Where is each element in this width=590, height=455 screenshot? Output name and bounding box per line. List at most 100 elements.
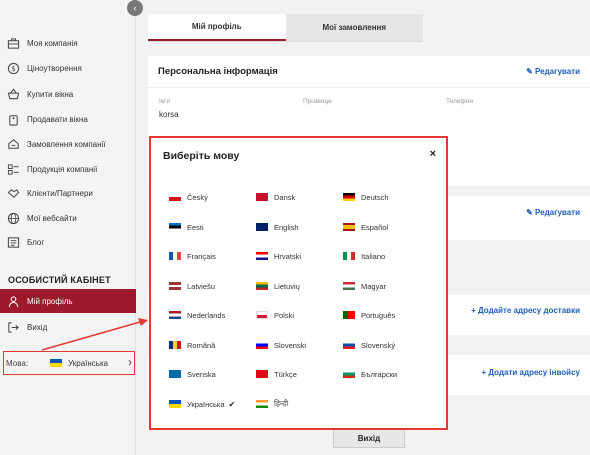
- dollar-icon: $: [6, 61, 20, 75]
- sidebar-item-label: Мої вебсайти: [27, 213, 77, 223]
- fr-flag-icon: [169, 252, 181, 260]
- bg-flag-icon: [343, 370, 355, 378]
- list-icon: [6, 162, 20, 176]
- language-option-dk[interactable]: Dansk: [256, 191, 295, 203]
- language-option-lv[interactable]: Latviešu: [169, 280, 215, 292]
- language-name: Latviešu: [187, 281, 215, 291]
- gb-flag-icon: [256, 223, 268, 231]
- first-name-value: korsa: [159, 110, 179, 119]
- language-name: Slovenski: [274, 340, 307, 350]
- language-name: Türkçe: [274, 369, 297, 379]
- sidebar-item-buy-windows[interactable]: Купити вікна: [0, 82, 136, 106]
- in-flag-icon: [256, 400, 268, 408]
- hu-flag-icon: [343, 282, 355, 290]
- sidebar-item-my-company[interactable]: Моя компанія: [0, 31, 136, 55]
- add-delivery-address-link[interactable]: + Додайте адресу доставки: [471, 306, 580, 315]
- language-option-fr[interactable]: Français: [169, 250, 216, 262]
- svg-text:$: $: [11, 64, 16, 73]
- language-name: Slovenský: [361, 340, 396, 350]
- language-option-se[interactable]: Svenska: [169, 368, 216, 380]
- hr-flag-icon: [256, 252, 268, 260]
- language-option-hu[interactable]: Magyar: [343, 280, 386, 292]
- sidebar-item-my-profile[interactable]: Мій профіль: [0, 289, 136, 313]
- cabinet-title: ОСОБИСТИЙ КАБІНЕТ: [8, 275, 111, 285]
- ro-flag-icon: [169, 341, 181, 349]
- personal-info-title: Персональна інформація: [158, 66, 278, 77]
- language-name: Dansk: [274, 192, 296, 202]
- language-name: Română: [187, 340, 216, 350]
- sidebar-item-label: Блог: [27, 237, 45, 247]
- sidebar-item-company-products[interactable]: Продукція компанії: [0, 157, 136, 181]
- sidebar-item-label: Замовлення компанії: [27, 139, 106, 149]
- add-invoice-address-link[interactable]: + Додати адресу інвойсу: [481, 368, 580, 377]
- language-option-si[interactable]: Slovenski: [256, 339, 306, 351]
- language-option-de[interactable]: Deutsch: [343, 191, 389, 203]
- sidebar-item-websites[interactable]: Мої вебсайти: [0, 206, 136, 230]
- second-edit-link[interactable]: ✎ Редагувати: [526, 208, 580, 217]
- es-flag-icon: [343, 223, 355, 231]
- language-option-it[interactable]: Italiano: [343, 250, 385, 262]
- edit-link[interactable]: ✎ Редагувати: [526, 67, 580, 76]
- language-option-bg[interactable]: Български: [343, 368, 397, 380]
- logout-icon: [6, 320, 20, 334]
- language-name: Nederlands: [187, 310, 226, 320]
- language-name: Svenska: [187, 369, 216, 379]
- language-option-cz[interactable]: Český: [169, 191, 208, 203]
- sidebar-item-clients[interactable]: Клієнти/Партнери: [0, 181, 136, 205]
- language-option-es[interactable]: Español: [343, 221, 388, 233]
- language-option-gb[interactable]: English: [256, 221, 299, 233]
- checkmark-icon: ✔: [228, 399, 236, 409]
- language-option-tr[interactable]: Türkçe: [256, 368, 297, 380]
- tab-my-orders[interactable]: Мої замовлення: [285, 14, 423, 41]
- language-option-nl[interactable]: Nederlands: [169, 309, 225, 321]
- sidebar-item-label: Продавати вікна: [27, 114, 88, 124]
- collapse-sidebar-button[interactable]: ‹: [127, 0, 143, 16]
- first-name-label: Ім'я: [159, 98, 171, 105]
- sidebar-item-blog[interactable]: Блог: [0, 230, 136, 254]
- last-name-label: Прізвище: [303, 98, 332, 105]
- language-option-ua[interactable]: Українська ✔: [169, 398, 235, 410]
- nl-flag-icon: [169, 311, 181, 319]
- sidebar-item-sell-windows[interactable]: Продавати вікна: [0, 107, 136, 131]
- lv-flag-icon: [169, 282, 181, 290]
- language-name: Polski: [274, 310, 295, 320]
- edit-label: Редагувати: [535, 67, 580, 76]
- language-option-lt[interactable]: Lietuvių: [256, 280, 300, 292]
- language-option-ee[interactable]: Eesti: [169, 221, 204, 233]
- language-name: Český: [187, 192, 208, 202]
- sidebar-item-company-orders[interactable]: Замовлення компанії: [0, 132, 136, 156]
- ee-flag-icon: [169, 223, 181, 231]
- tab-my-profile[interactable]: Мій профіль: [148, 14, 286, 41]
- language-option-hr[interactable]: Hrvatski: [256, 250, 301, 262]
- tr-flag-icon: [256, 370, 268, 378]
- sidebar-item-logout[interactable]: Вихід: [0, 315, 136, 339]
- language-name: Hrvatski: [274, 251, 302, 261]
- tag-icon: [6, 112, 20, 126]
- language-option-sk[interactable]: Slovenský: [343, 339, 395, 351]
- it-flag-icon: [343, 252, 355, 260]
- basket-icon: [6, 87, 20, 101]
- language-option-ro[interactable]: Română: [169, 339, 215, 351]
- close-icon[interactable]: ×: [430, 148, 436, 160]
- language-option-in[interactable]: हिन्दी: [256, 398, 288, 410]
- blog-icon: [6, 235, 20, 249]
- cz-flag-icon: [169, 193, 181, 201]
- language-name: हिन्दी: [274, 399, 289, 408]
- language-name: English: [274, 222, 299, 232]
- language-name: Eesti: [187, 222, 204, 232]
- language-name: Українська: [187, 399, 225, 409]
- si-flag-icon: [256, 341, 268, 349]
- pl-flag-icon: [256, 311, 268, 319]
- truck-icon: [6, 137, 20, 151]
- sidebar: Моя компанія $ Ціноутворення Купити вікн…: [0, 0, 136, 455]
- pt-flag-icon: [343, 311, 355, 319]
- language-name: Italiano: [361, 251, 386, 261]
- language-name: Deutsch: [361, 192, 389, 202]
- sidebar-item-pricing[interactable]: $ Ціноутворення: [0, 56, 136, 80]
- sidebar-item-label: Ціноутворення: [27, 63, 82, 73]
- language-option-pl[interactable]: Polski: [256, 309, 294, 321]
- language-option-pt[interactable]: Português: [343, 309, 395, 321]
- dk-flag-icon: [256, 193, 268, 201]
- exit-button[interactable]: Вихід: [333, 428, 405, 448]
- sidebar-item-label: Продукція компанії: [27, 164, 98, 174]
